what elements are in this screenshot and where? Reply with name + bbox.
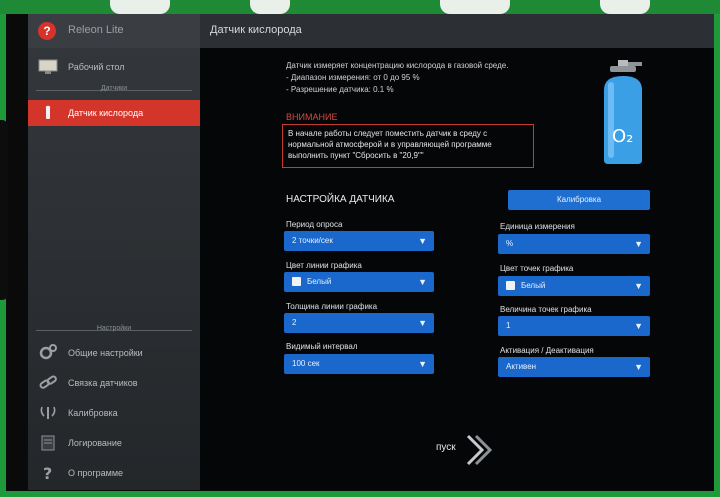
select-value: Белый [521,281,546,290]
unit-label: Единица измерения [500,222,575,231]
decor-shape [440,0,510,14]
visible-interval-label: Видимый интервал [286,342,358,351]
decor-shape [600,0,650,14]
sidebar-item-sensor-link[interactable]: Связка датчиков [28,370,200,396]
color-swatch [506,281,515,291]
select-value: Активен [506,362,537,371]
sensor-icon [38,104,58,121]
log-icon [38,434,58,451]
select-value: 2 [292,318,297,327]
line-color-select[interactable]: Белый ▼ [284,272,434,292]
app-title: Releon Lite [68,24,124,36]
desktop-icon [38,58,58,75]
sidebar: ? Releon Lite Рабочий стол Датчики Датчи… [28,14,200,490]
gears-icon [38,344,58,361]
warning-title: ВНИМАНИЕ [286,112,338,122]
line-width-select[interactable]: 2 ▼ [284,313,434,333]
chevron-down-icon: ▼ [634,362,643,372]
chevron-down-icon: ▼ [634,239,643,249]
chevron-down-icon: ▼ [418,277,427,287]
poll-period-label: Период опроса [286,220,343,229]
select-value: 1 [506,321,511,330]
chevron-down-icon: ▼ [418,318,427,328]
sidebar-item-general-settings[interactable]: Общие настройки [28,340,200,366]
select-value: % [506,239,514,248]
decor-shape [250,0,290,14]
sidebar-item-label: Калибровка [68,408,118,418]
chevron-down-icon: ▼ [418,236,427,246]
content-header: Датчик кислорода [200,14,714,48]
line-width-label: Толщина линии графика [286,302,378,311]
top-decoration [0,0,720,14]
start-label[interactable]: пуск [436,442,456,453]
activation-label: Активация / Деактивация [500,346,594,355]
description-line: - Диапазон измерения: от 0 до 95 % [286,73,420,82]
point-size-select[interactable]: 1 ▼ [498,316,650,336]
main-content: Датчик кислорода Датчик измеряет концент… [200,14,714,490]
warning-box: В начале работы следует поместить датчик… [282,124,534,168]
calibration-icon [38,404,58,421]
sidebar-item-label: О программе [68,468,124,478]
section-label-settings: Настройки [96,325,132,332]
sidebar-item-label: Рабочий стол [68,62,125,72]
left-edge-object [0,120,8,300]
svg-text:?: ? [43,464,52,481]
unit-select[interactable]: % ▼ [498,234,650,254]
sidebar-item-label: Датчик кислорода [68,108,144,118]
app-logo-icon: ? [38,22,56,40]
decor-shape [110,0,170,14]
sidebar-item-oxygen-sensor[interactable]: Датчик кислорода [28,100,200,126]
sidebar-header: ? Releon Lite [28,14,200,48]
sidebar-item-calibration[interactable]: Калибровка [28,400,200,426]
link-icon [38,374,58,391]
sidebar-item-label: Связка датчиков [68,378,138,388]
point-color-select[interactable]: Белый ▼ [498,276,650,296]
sidebar-item-desktop[interactable]: Рабочий стол [28,54,200,80]
sidebar-item-label: Логирование [68,438,122,448]
sidebar-item-label: Общие настройки [68,348,143,358]
sidebar-item-about[interactable]: ? О программе [28,460,200,486]
bottle-label: O₂ [612,126,633,147]
sidebar-item-logging[interactable]: Логирование [28,430,200,456]
line-color-label: Цвет линии графика [286,261,362,270]
sensor-description: Датчик измеряет концентрацию кислорода в… [286,60,508,96]
chevron-down-icon: ▼ [418,359,427,369]
point-size-label: Величина точек графика [500,305,592,314]
section-label-sensors: Датчики [100,85,128,92]
chevron-down-icon: ▼ [634,281,643,291]
page-title: Датчик кислорода [210,24,302,36]
select-value: 2 точки/сек [292,236,333,245]
settings-section-title: НАСТРОЙКА ДАТЧИКА [286,194,395,205]
description-line: Датчик измеряет концентрацию кислорода в… [286,61,509,70]
oxygen-bottle-image: O₂ [592,56,654,171]
poll-period-select[interactable]: 2 точки/сек ▼ [284,231,434,251]
chevron-down-icon: ▼ [634,321,643,331]
select-value: Белый [307,277,332,286]
point-color-label: Цвет точек графика [500,264,574,273]
select-value: 100 сек [292,359,320,368]
visible-interval-select[interactable]: 100 сек ▼ [284,354,434,374]
color-swatch [292,277,301,287]
activation-select[interactable]: Активен ▼ [498,357,650,377]
question-icon: ? [38,464,58,483]
calibration-button[interactable]: Калибровка [508,190,650,210]
description-line: - Разрешение датчика: 0.1 % [286,85,394,94]
start-arrow-icon[interactable] [464,432,494,473]
